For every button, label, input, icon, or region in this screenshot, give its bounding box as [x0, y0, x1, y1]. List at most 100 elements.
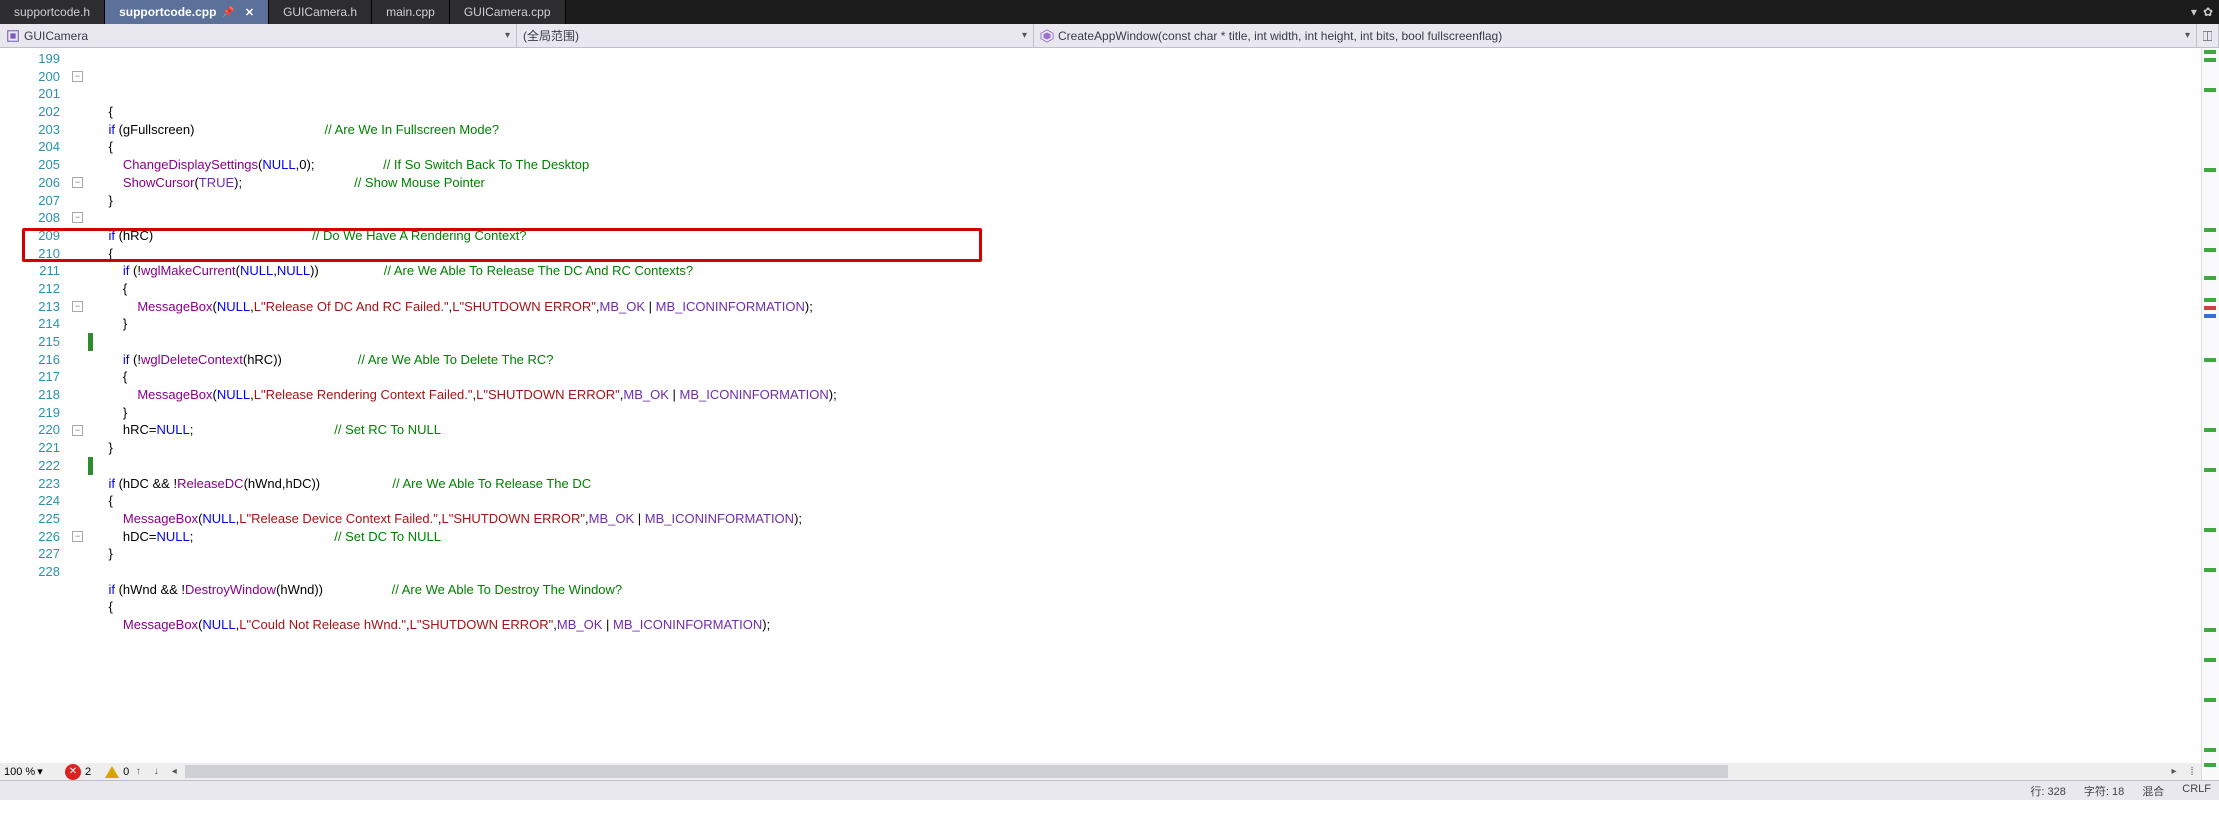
split-editor-button[interactable]: [2197, 24, 2219, 47]
scroll-left-button[interactable]: ◂: [165, 766, 183, 777]
code-line[interactable]: if (gFullscreen) // Are We In Fullscreen…: [94, 121, 2201, 139]
scope-dropdown[interactable]: (全局范围) ▾: [517, 24, 1034, 47]
code-line[interactable]: {: [94, 280, 2201, 298]
fold-toggle[interactable]: −: [72, 71, 83, 82]
code-line[interactable]: {: [94, 138, 2201, 156]
code-editor[interactable]: 1992002012022032042052062072082092102112…: [0, 48, 2219, 780]
overview-marker[interactable]: [2204, 248, 2216, 252]
overview-ruler[interactable]: [2201, 48, 2219, 780]
scrollbar-thumb[interactable]: [185, 765, 1728, 778]
tab-GUICamera-h[interactable]: GUICamera.h: [269, 0, 372, 24]
code-line[interactable]: MessageBox(NULL,L"Release Of DC And RC F…: [94, 298, 2201, 316]
line-number: 219: [0, 404, 60, 422]
close-icon[interactable]: ✕: [245, 6, 254, 19]
code-line[interactable]: }: [94, 404, 2201, 422]
overview-marker[interactable]: [2204, 276, 2216, 280]
code-line[interactable]: MessageBox(NULL,L"Release Device Context…: [94, 510, 2201, 528]
fold-toggle[interactable]: −: [72, 301, 83, 312]
code-line[interactable]: if (hDC && !ReleaseDC(hWnd,hDC)) // Are …: [94, 475, 2201, 493]
class-scope-dropdown[interactable]: GUICamera ▾: [0, 24, 517, 47]
code-line[interactable]: }: [94, 545, 2201, 563]
overview-marker[interactable]: [2204, 698, 2216, 702]
tab-overflow-dropdown[interactable]: ▾: [2191, 5, 2197, 19]
tab-main-cpp[interactable]: main.cpp: [372, 0, 450, 24]
fold-toggle[interactable]: −: [72, 531, 83, 542]
prev-issue-button[interactable]: ↑: [129, 766, 147, 777]
code-line[interactable]: MessageBox(NULL,L"Release Rendering Cont…: [94, 386, 2201, 404]
fold-toggle[interactable]: −: [72, 425, 83, 436]
line-number: 206: [0, 174, 60, 192]
overview-marker[interactable]: [2204, 50, 2216, 54]
overview-marker[interactable]: [2204, 58, 2216, 62]
code-line[interactable]: hDC=NULL; // Set DC To NULL: [94, 528, 2201, 546]
code-line[interactable]: ShowCursor(TRUE); // Show Mouse Pointer: [94, 174, 2201, 192]
overview-marker[interactable]: [2204, 468, 2216, 472]
status-mode: 混合: [2142, 783, 2164, 799]
overview-marker[interactable]: [2204, 298, 2216, 302]
overview-marker[interactable]: [2204, 314, 2216, 318]
code-line[interactable]: if (!wglDeleteContext(hRC)) // Are We Ab…: [94, 351, 2201, 369]
line-number: 200: [0, 68, 60, 86]
code-line[interactable]: {: [94, 492, 2201, 510]
line-number: 199: [0, 50, 60, 68]
code-line[interactable]: [94, 209, 2201, 227]
warning-icon[interactable]: [105, 766, 119, 778]
code-line[interactable]: [94, 457, 2201, 475]
scroll-right-button[interactable]: ▸: [2165, 766, 2183, 777]
overview-marker[interactable]: [2204, 568, 2216, 572]
tab-supportcode-cpp[interactable]: supportcode.cpp📌✕: [105, 0, 269, 24]
overview-marker[interactable]: [2204, 358, 2216, 362]
fold-toggle[interactable]: −: [72, 177, 83, 188]
outlining-margin: − − − − − −: [70, 48, 88, 780]
line-number: 210: [0, 245, 60, 263]
line-number: 202: [0, 103, 60, 121]
function-text: CreateAppWindow(const char * title, int …: [1058, 29, 1502, 43]
overview-marker[interactable]: [2204, 306, 2216, 310]
code-line[interactable]: }: [94, 439, 2201, 457]
splitter-handle[interactable]: ⁞: [2183, 766, 2201, 778]
code-line[interactable]: {: [94, 245, 2201, 263]
scrollbar-track[interactable]: [185, 763, 2163, 780]
line-number: 224: [0, 492, 60, 510]
tab-label: supportcode.cpp: [119, 5, 216, 19]
code-line[interactable]: {: [94, 598, 2201, 616]
chevron-down-icon: ▾: [37, 765, 43, 778]
code-line[interactable]: hRC=NULL; // Set RC To NULL: [94, 421, 2201, 439]
overview-marker[interactable]: [2204, 528, 2216, 532]
line-number-gutter: 1992002012022032042052062072082092102112…: [0, 48, 70, 780]
change-marker: [88, 457, 93, 475]
status-eol[interactable]: CRLF: [2182, 783, 2211, 799]
code-line[interactable]: if (!wglMakeCurrent(NULL,NULL)) // Are W…: [94, 262, 2201, 280]
code-line[interactable]: [94, 563, 2201, 581]
code-line[interactable]: {: [94, 368, 2201, 386]
tab-label: main.cpp: [386, 5, 435, 19]
tab-GUICamera-cpp[interactable]: GUICamera.cpp: [450, 0, 566, 24]
zoom-dropdown[interactable]: 100 % ▾: [0, 765, 55, 778]
chevron-down-icon: ▾: [1022, 30, 1027, 41]
overview-marker[interactable]: [2204, 428, 2216, 432]
code-line[interactable]: MessageBox(NULL,L"Could Not Release hWnd…: [94, 616, 2201, 634]
line-number: 208: [0, 209, 60, 227]
overview-marker[interactable]: [2204, 88, 2216, 92]
fold-toggle[interactable]: −: [72, 212, 83, 223]
code-line[interactable]: {: [94, 103, 2201, 121]
tab-supportcode-h[interactable]: supportcode.h: [0, 0, 105, 24]
code-line[interactable]: [94, 333, 2201, 351]
code-line[interactable]: if (hWnd && !DestroyWindow(hWnd)) // Are…: [94, 581, 2201, 599]
overview-marker[interactable]: [2204, 228, 2216, 232]
error-icon[interactable]: ✕: [65, 764, 81, 780]
overview-marker[interactable]: [2204, 628, 2216, 632]
overview-marker[interactable]: [2204, 748, 2216, 752]
overview-marker[interactable]: [2204, 658, 2216, 662]
overview-marker[interactable]: [2204, 763, 2216, 767]
overview-marker[interactable]: [2204, 168, 2216, 172]
code-line[interactable]: if (hRC) // Do We Have A Rendering Conte…: [94, 227, 2201, 245]
code-area[interactable]: { if (gFullscreen) // Are We In Fullscre…: [94, 48, 2201, 780]
code-line[interactable]: }: [94, 315, 2201, 333]
function-dropdown[interactable]: CreateAppWindow(const char * title, int …: [1034, 24, 2197, 47]
next-issue-button[interactable]: ↓: [147, 766, 165, 777]
document-tabs: supportcode.hsupportcode.cpp📌✕GUICamera.…: [0, 0, 2219, 24]
code-line[interactable]: ChangeDisplaySettings(NULL,0); // If So …: [94, 156, 2201, 174]
code-line[interactable]: }: [94, 192, 2201, 210]
window-settings-icon[interactable]: ✿: [2203, 5, 2213, 19]
